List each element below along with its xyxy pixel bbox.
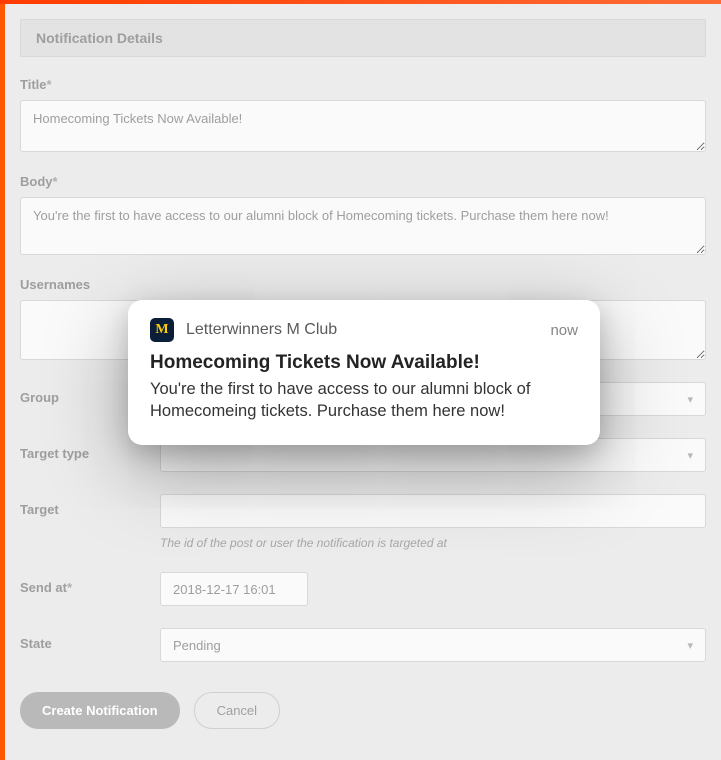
field-body: Body* bbox=[20, 174, 706, 255]
section-header: Notification Details bbox=[20, 19, 706, 57]
field-state: State Pending bbox=[20, 628, 706, 662]
usernames-label: Usernames bbox=[20, 277, 90, 292]
notification-header: M Letterwinners M Club now bbox=[150, 318, 578, 342]
app-icon: M bbox=[150, 318, 174, 342]
form-actions: Create Notification Cancel bbox=[20, 692, 706, 729]
notification-title: Homecoming Tickets Now Available! bbox=[150, 352, 578, 374]
create-notification-button[interactable]: Create Notification bbox=[20, 692, 180, 729]
cancel-button[interactable]: Cancel bbox=[194, 692, 280, 729]
title-label: Title* bbox=[20, 77, 52, 92]
required-star: * bbox=[47, 77, 52, 92]
target-input[interactable] bbox=[160, 494, 706, 528]
target-label: Target bbox=[20, 494, 160, 517]
target-hint: The id of the post or user the notificat… bbox=[160, 536, 706, 550]
required-star: * bbox=[53, 174, 58, 189]
field-send-at: Send at* 2018-12-17 16:01 bbox=[20, 572, 706, 606]
notification-body: You're the first to have access to our a… bbox=[150, 378, 578, 423]
state-label: State bbox=[20, 628, 160, 651]
notification-app-name: Letterwinners M Club bbox=[186, 321, 550, 339]
field-target: Target The id of the post or user the no… bbox=[20, 494, 706, 550]
body-label: Body* bbox=[20, 174, 58, 189]
body-input[interactable] bbox=[20, 197, 706, 255]
required-star: * bbox=[67, 580, 72, 595]
title-input[interactable] bbox=[20, 100, 706, 152]
notification-time: now bbox=[550, 322, 578, 339]
send-at-input[interactable]: 2018-12-17 16:01 bbox=[160, 572, 308, 606]
field-title: Title* bbox=[20, 77, 706, 152]
notification-preview-popup: M Letterwinners M Club now Homecoming Ti… bbox=[128, 300, 600, 445]
state-select[interactable]: Pending bbox=[160, 628, 706, 662]
send-at-label: Send at* bbox=[20, 572, 160, 595]
